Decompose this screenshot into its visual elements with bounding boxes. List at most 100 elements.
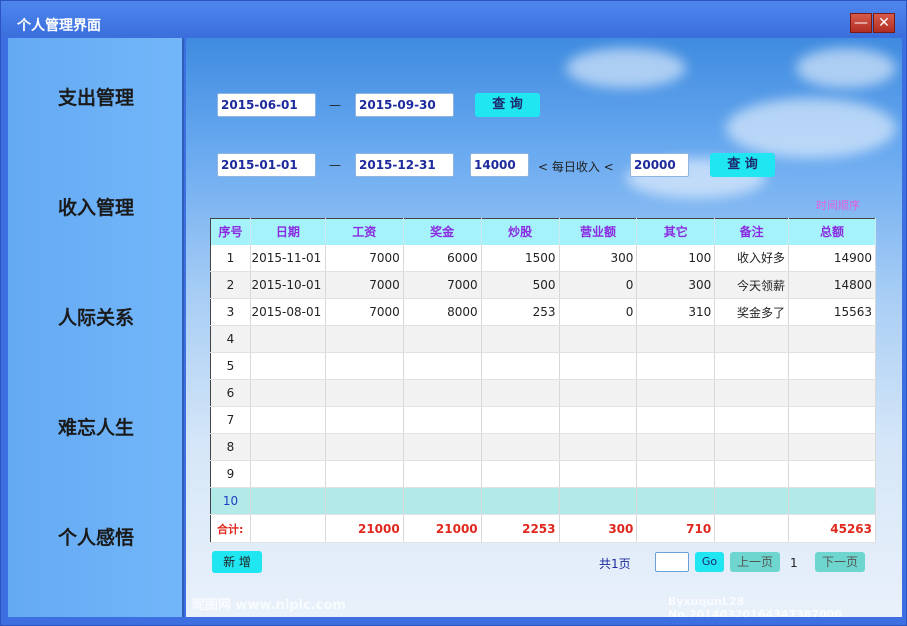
- table-cell[interactable]: [481, 487, 560, 515]
- table-row[interactable]: 8: [210, 433, 876, 461]
- table-cell[interactable]: [481, 325, 560, 353]
- table-cell[interactable]: [403, 433, 482, 461]
- table-cell[interactable]: 今天领薪: [714, 271, 790, 299]
- column-header[interactable]: 备注: [714, 218, 790, 245]
- column-header[interactable]: 炒股: [481, 218, 560, 245]
- table-cell[interactable]: [788, 379, 876, 407]
- sidebar-item-reflections[interactable]: 个人感悟: [8, 523, 184, 550]
- table-cell[interactable]: 15563: [788, 298, 876, 326]
- table-cell[interactable]: 310: [636, 298, 716, 326]
- add-button[interactable]: 新 增: [212, 551, 262, 573]
- table-cell[interactable]: 1: [210, 244, 251, 272]
- table-cell[interactable]: [325, 379, 404, 407]
- table-cell[interactable]: 6000: [403, 244, 482, 272]
- table-cell[interactable]: 0: [559, 298, 638, 326]
- sidebar-item-memories[interactable]: 难忘人生: [8, 413, 184, 440]
- table-cell[interactable]: [788, 406, 876, 434]
- table-cell[interactable]: [714, 379, 790, 407]
- table-cell[interactable]: 253: [481, 298, 560, 326]
- column-header[interactable]: 工资: [325, 218, 404, 245]
- table-cell[interactable]: 2: [210, 271, 251, 299]
- table-cell[interactable]: [250, 379, 326, 407]
- min-income-input[interactable]: 14000: [470, 153, 529, 177]
- table-cell[interactable]: [325, 487, 404, 515]
- table-row[interactable]: 4: [210, 325, 876, 353]
- table-cell[interactable]: 3: [210, 298, 251, 326]
- table-cell[interactable]: [559, 352, 638, 380]
- table-cell[interactable]: 7: [210, 406, 251, 434]
- table-cell[interactable]: [559, 433, 638, 461]
- query-button-2[interactable]: 查 询: [710, 153, 775, 177]
- go-button[interactable]: Go: [695, 552, 724, 572]
- query-button[interactable]: 查 询: [475, 93, 540, 117]
- table-cell[interactable]: [481, 379, 560, 407]
- table-cell[interactable]: [788, 433, 876, 461]
- table-cell[interactable]: [325, 406, 404, 434]
- column-header[interactable]: 序号: [210, 218, 251, 245]
- table-cell[interactable]: [403, 379, 482, 407]
- table-cell[interactable]: 7000: [325, 244, 404, 272]
- table-cell[interactable]: 100: [636, 244, 716, 272]
- table-cell[interactable]: 奖金多了: [714, 298, 790, 326]
- sidebar-item-income[interactable]: 收入管理: [8, 193, 184, 220]
- table-cell[interactable]: 1500: [481, 244, 560, 272]
- minimize-button[interactable]: —: [850, 13, 872, 33]
- table-cell[interactable]: [714, 352, 790, 380]
- table-cell[interactable]: [636, 433, 716, 461]
- table-row[interactable]: 1 2015-11-01 7000 6000 1500 300 100 收入好多 14900: [210, 244, 876, 272]
- table-cell[interactable]: 9: [210, 460, 251, 488]
- table-cell[interactable]: [636, 352, 716, 380]
- table-cell[interactable]: 4: [210, 325, 251, 353]
- start-date-input-2[interactable]: 2015-01-01: [217, 153, 316, 177]
- table-row[interactable]: 3 2015-08-01 7000 8000 253 0 310 奖金多了 15563: [210, 298, 876, 326]
- table-cell[interactable]: 14800: [788, 271, 876, 299]
- column-header[interactable]: 日期: [250, 218, 326, 245]
- max-income-input[interactable]: 20000: [630, 153, 689, 177]
- table-cell[interactable]: 8: [210, 433, 251, 461]
- next-page-button[interactable]: 下一页: [815, 552, 865, 572]
- table-cell[interactable]: 10: [210, 487, 251, 515]
- table-cell[interactable]: 0: [559, 271, 638, 299]
- table-cell[interactable]: [481, 460, 560, 488]
- table-row[interactable]: 6: [210, 379, 876, 407]
- table-cell[interactable]: [788, 487, 876, 515]
- table-row[interactable]: 2 2015-10-01 7000 7000 500 0 300 今天领薪 14800: [210, 271, 876, 299]
- table-cell[interactable]: 2015-10-01: [250, 271, 326, 299]
- table-row[interactable]: 5: [210, 352, 876, 380]
- sidebar-item-relations[interactable]: 人际关系: [8, 303, 184, 330]
- sidebar-item-expense[interactable]: 支出管理: [8, 83, 184, 110]
- table-cell[interactable]: [559, 460, 638, 488]
- table-cell[interactable]: [250, 433, 326, 461]
- end-date-input-2[interactable]: 2015-12-31: [355, 153, 454, 177]
- table-cell[interactable]: 300: [559, 244, 638, 272]
- table-cell[interactable]: [481, 406, 560, 434]
- table-cell[interactable]: [788, 460, 876, 488]
- table-cell[interactable]: [636, 406, 716, 434]
- table-cell[interactable]: [403, 352, 482, 380]
- table-cell[interactable]: [325, 352, 404, 380]
- table-cell[interactable]: 7000: [403, 271, 482, 299]
- table-cell[interactable]: [714, 406, 790, 434]
- table-cell[interactable]: [559, 406, 638, 434]
- table-cell[interactable]: [636, 325, 716, 353]
- table-cell[interactable]: [788, 352, 876, 380]
- table-cell[interactable]: [403, 460, 482, 488]
- table-cell[interactable]: [714, 433, 790, 461]
- table-row[interactable]: 9: [210, 460, 876, 488]
- table-cell[interactable]: 7000: [325, 271, 404, 299]
- column-header[interactable]: 奖金: [403, 218, 482, 245]
- table-cell[interactable]: 300: [636, 271, 716, 299]
- table-cell[interactable]: 收入好多: [714, 244, 790, 272]
- table-cell[interactable]: 2015-11-01: [250, 244, 326, 272]
- table-cell[interactable]: 8000: [403, 298, 482, 326]
- column-header[interactable]: 总额: [788, 218, 876, 245]
- table-cell[interactable]: 500: [481, 271, 560, 299]
- table-cell[interactable]: 5: [210, 352, 251, 380]
- table-cell[interactable]: [250, 406, 326, 434]
- close-button[interactable]: ✕: [873, 13, 895, 33]
- table-cell[interactable]: [559, 379, 638, 407]
- table-cell[interactable]: 6: [210, 379, 251, 407]
- table-cell[interactable]: [403, 487, 482, 515]
- table-row[interactable]: 10: [210, 487, 876, 515]
- table-cell[interactable]: [250, 460, 326, 488]
